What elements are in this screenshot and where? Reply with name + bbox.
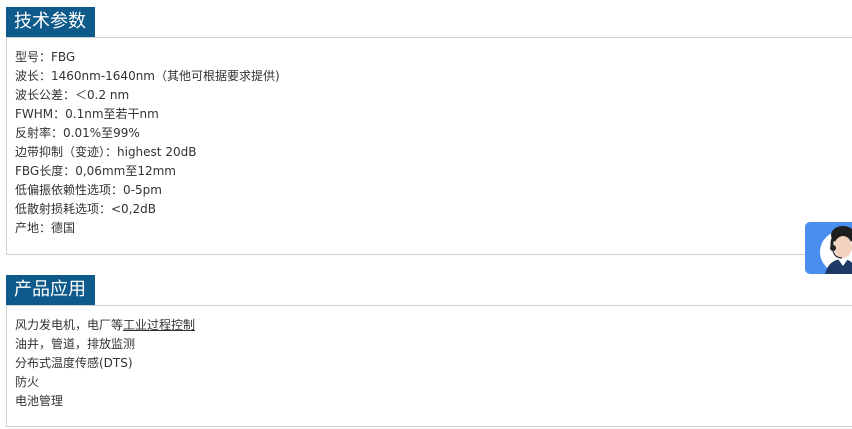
technical-parameters-section: 技术参数 型号：FBG 波长：1460nm-1640nm（其他可根据要求提供) … (6, 7, 852, 255)
application-row-oil: 油井，管道，排放监测 (15, 337, 136, 351)
spec-row-origin: 产地：德国 (15, 221, 76, 235)
application-row-fire: 防火 (15, 375, 40, 389)
industrial-process-control-link[interactable]: 工业过程控制 (123, 318, 195, 332)
application-list: 风力发电机，电厂等工业过程控制 油井，管道，排放监测 分布式温度传感(DTS) … (7, 306, 852, 411)
application-row-battery: 电池管理 (15, 394, 64, 408)
spec-row-fbg-length: FBG长度：0,06mm至12mm (15, 164, 176, 178)
application-row-power: 风力发电机，电厂等工业过程控制 (15, 316, 852, 335)
spec-row-reflectivity: 反射率：0.01%至99% (15, 126, 140, 140)
customer-service-agent-icon (820, 226, 852, 274)
spec-row-scattering-loss: 低散射损耗选项：<0,2dB (15, 202, 156, 216)
section-title: 技术参数 (6, 7, 95, 37)
spec-row-model: 型号：FBG (15, 50, 76, 64)
application-row-dts: 分布式温度传感(DTS) (15, 356, 133, 370)
spec-row-sidelobe-suppression: 边带抑制（变迹）：highest 20dB (15, 145, 197, 159)
spec-row-wavelength: 波长：1460nm-1640nm（其他可根据要求提供) (15, 69, 280, 83)
spec-row-wavelength-tolerance: 波长公差：＜0.2 nm (15, 88, 130, 102)
spec-row-polarization: 低偏振依赖性选项：0-5pm (15, 183, 162, 197)
section-header: 产品应用 (6, 275, 852, 306)
spec-list: 型号：FBG 波长：1460nm-1640nm（其他可根据要求提供) 波长公差：… (7, 38, 852, 238)
section-title: 产品应用 (6, 275, 95, 305)
customer-service-widget[interactable] (805, 222, 852, 274)
section-header: 技术参数 (6, 7, 852, 38)
spec-row-fwhm: FWHM：0.1nm至若干nm (15, 107, 159, 121)
product-applications-section: 产品应用 风力发电机，电厂等工业过程控制 油井，管道，排放监测 分布式温度传感(… (6, 275, 852, 427)
application-text: 风力发电机，电厂等 (15, 318, 124, 332)
